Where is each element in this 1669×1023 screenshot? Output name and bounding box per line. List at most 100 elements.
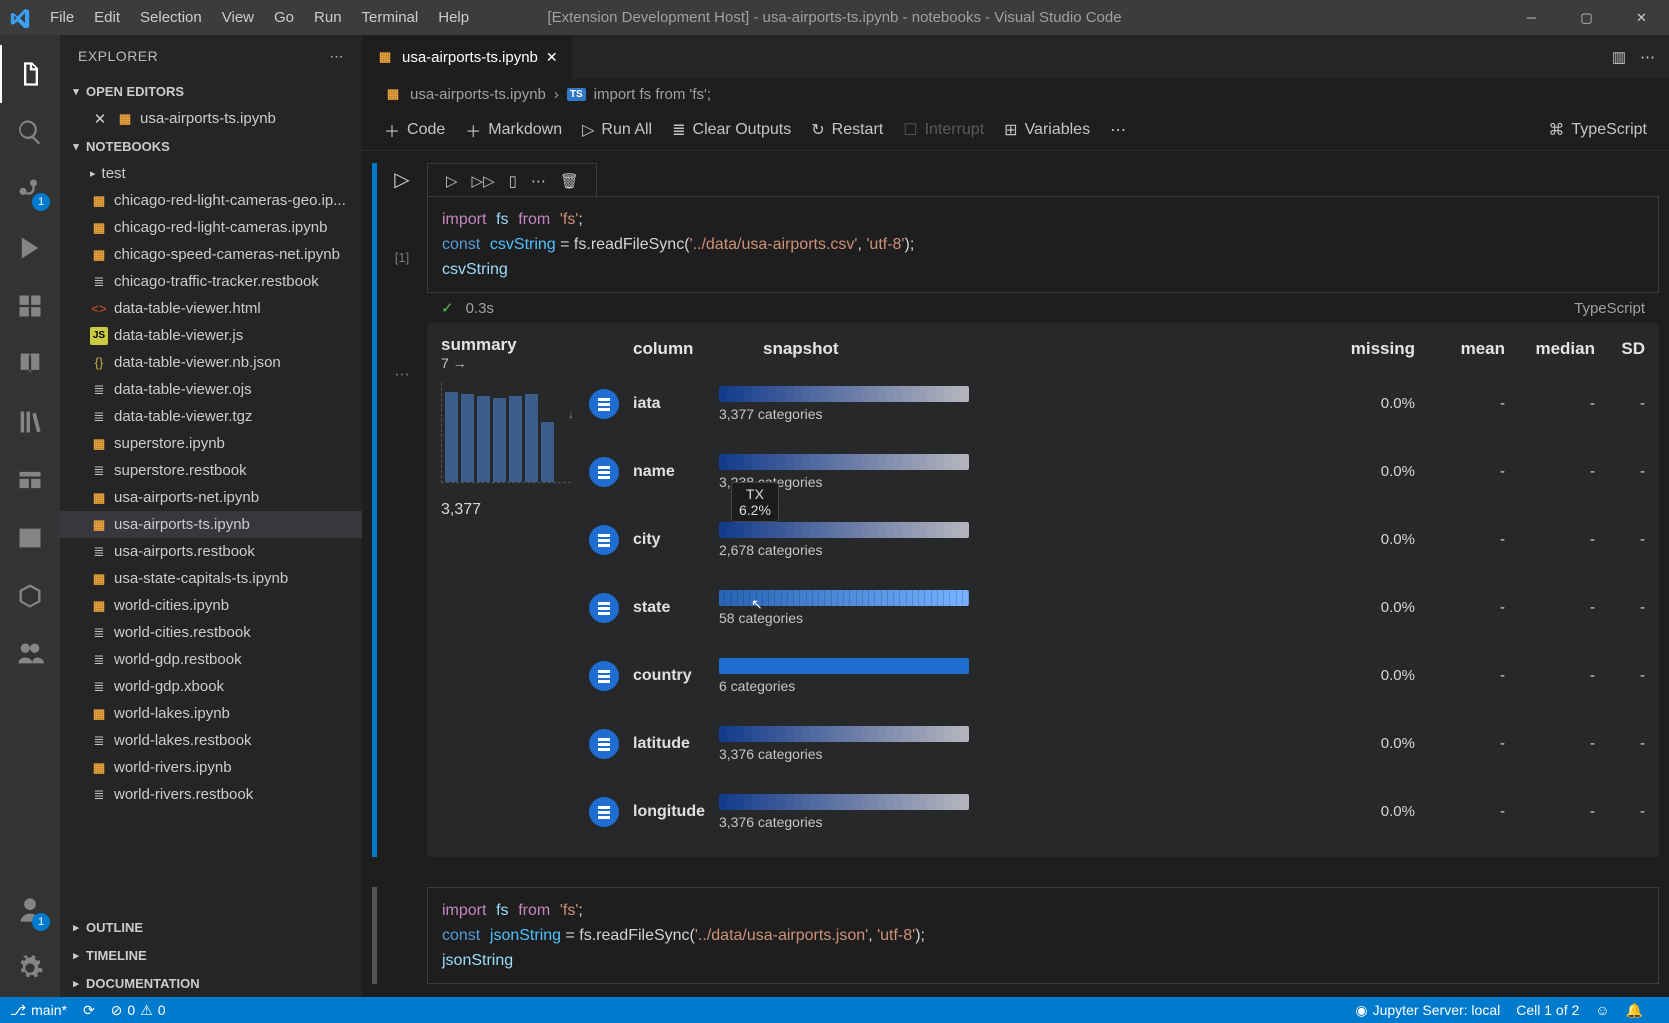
- menu-run[interactable]: Run: [304, 9, 352, 26]
- file-item[interactable]: ▦chicago-speed-cameras-net.ipynb: [60, 241, 362, 268]
- timeline-section[interactable]: ▸TIMELINE: [60, 941, 362, 969]
- column-snapshot[interactable]: 3,238 categories: [719, 454, 1325, 490]
- extensions-activity-icon[interactable]: [0, 277, 60, 335]
- source-control-activity-icon[interactable]: 1: [0, 161, 60, 219]
- settings-activity-icon[interactable]: [0, 939, 60, 997]
- menu-view[interactable]: View: [212, 9, 264, 26]
- file-item[interactable]: ▦world-lakes.ipynb: [60, 700, 362, 727]
- feedback-icon[interactable]: ☺: [1595, 1002, 1609, 1018]
- file-item[interactable]: ≣world-gdp.restbook: [60, 646, 362, 673]
- toolbar-more-icon[interactable]: ⋯: [1110, 120, 1126, 140]
- branch-status[interactable]: ⎇ main*: [10, 1002, 67, 1019]
- header-mean[interactable]: mean: [1415, 339, 1505, 359]
- menu-go[interactable]: Go: [264, 9, 304, 26]
- jupyter-server-status[interactable]: ◉ Jupyter Server: local: [1355, 1002, 1500, 1019]
- column-snapshot[interactable]: TX6.2%2,678 categories: [719, 522, 1325, 558]
- notifications-icon[interactable]: 🔔: [1626, 1002, 1643, 1019]
- explorer-more-icon[interactable]: ⋯: [330, 48, 345, 65]
- file-item[interactable]: ≣data-table-viewer.ojs: [60, 376, 362, 403]
- header-snapshot[interactable]: snapshot: [763, 339, 1325, 359]
- run-below-icon[interactable]: ▷▷: [472, 172, 495, 190]
- bookshelf-activity-icon[interactable]: [0, 393, 60, 451]
- folder-item[interactable]: ▸ test: [60, 160, 362, 187]
- column-snapshot[interactable]: 3,376 categories: [719, 726, 1325, 762]
- search-activity-icon[interactable]: [0, 103, 60, 161]
- split-cell-icon[interactable]: ▯: [509, 172, 517, 190]
- clear-outputs-button[interactable]: ≣Clear Outputs: [672, 120, 791, 140]
- column-snapshot[interactable]: 3,376 categories: [719, 794, 1325, 830]
- menu-terminal[interactable]: Terminal: [352, 9, 429, 26]
- maximize-button[interactable]: ▢: [1559, 10, 1614, 26]
- restart-button[interactable]: ↻Restart: [811, 120, 883, 140]
- code-editor[interactable]: import fs from 'fs'; const jsonString = …: [427, 887, 1659, 984]
- file-item[interactable]: ▦chicago-red-light-cameras.ipynb: [60, 214, 362, 241]
- file-item[interactable]: JSdata-table-viewer.js: [60, 322, 362, 349]
- file-item[interactable]: ▦usa-state-capitals-ts.ipynb: [60, 565, 362, 592]
- outline-section[interactable]: ▸OUTLINE: [60, 913, 362, 941]
- menu-file[interactable]: File: [40, 9, 84, 26]
- menu-help[interactable]: Help: [428, 9, 479, 26]
- file-item[interactable]: ≣world-gdp.xbook: [60, 673, 362, 700]
- explorer-activity-icon[interactable]: [0, 45, 60, 103]
- file-item[interactable]: ≣usa-airports.restbook: [60, 538, 362, 565]
- package-activity-icon[interactable]: [0, 567, 60, 625]
- column-snapshot[interactable]: 3,377 categories: [719, 386, 1325, 422]
- cell-position-status[interactable]: Cell 1 of 2: [1516, 1002, 1579, 1018]
- file-item[interactable]: ≣superstore.restbook: [60, 457, 362, 484]
- cell-more-icon[interactable]: ⋯: [531, 172, 546, 190]
- header-missing[interactable]: missing: [1325, 339, 1415, 359]
- header-median[interactable]: median: [1505, 339, 1595, 359]
- live-share-activity-icon[interactable]: [0, 625, 60, 683]
- problems-status[interactable]: ⊘ 0 ⚠ 0: [111, 1002, 166, 1019]
- add-markdown-button[interactable]: ＋Markdown: [465, 118, 562, 142]
- file-item[interactable]: ▦superstore.ipynb: [60, 430, 362, 457]
- run-cell-button[interactable]: ▷: [394, 167, 409, 192]
- open-editor-file[interactable]: ✕ ▦ usa-airports-ts.ipynb: [60, 105, 362, 132]
- file-item[interactable]: ▦chicago-red-light-cameras-geo.ip...: [60, 187, 362, 214]
- variables-button[interactable]: ⊞Variables: [1004, 120, 1090, 140]
- run-all-button[interactable]: ▷Run All: [582, 120, 652, 140]
- menu-selection[interactable]: Selection: [130, 9, 212, 26]
- add-code-button[interactable]: ＋Code: [384, 118, 445, 142]
- table-row[interactable]: state ↖58 categories 0.0% - - -: [589, 573, 1645, 641]
- book-activity-icon[interactable]: [0, 335, 60, 393]
- file-item[interactable]: ≣world-cities.restbook: [60, 619, 362, 646]
- cell-more-icon[interactable]: ⋯: [395, 365, 410, 383]
- tab-more-icon[interactable]: ⋯: [1640, 48, 1655, 66]
- header-sd[interactable]: SD: [1595, 339, 1645, 359]
- cell-language[interactable]: TypeScript: [1574, 300, 1645, 317]
- file-item[interactable]: ≣data-table-viewer.tgz: [60, 403, 362, 430]
- column-snapshot[interactable]: ↖58 categories: [719, 590, 1325, 626]
- documentation-section[interactable]: ▸DOCUMENTATION: [60, 969, 362, 997]
- code-editor[interactable]: import fs from 'fs'; const csvString = f…: [427, 196, 1659, 293]
- breadcrumb[interactable]: ▦ usa-airports-ts.ipynb › TS import fs f…: [362, 79, 1669, 109]
- accounts-activity-icon[interactable]: 1: [0, 881, 60, 939]
- open-editors-section[interactable]: ▾ OPEN EDITORS: [60, 77, 362, 105]
- sync-status[interactable]: ⟳: [83, 1002, 95, 1019]
- header-column[interactable]: column: [633, 339, 763, 359]
- run-by-line-icon[interactable]: ▷: [446, 172, 458, 190]
- close-icon[interactable]: ✕: [90, 110, 110, 128]
- notebook-body[interactable]: ▷ [1] ⋯ ▷ ▷▷ ▯ ⋯ 🗑 import fs from 'fs'; …: [362, 151, 1669, 997]
- file-item[interactable]: ▦usa-airports-ts.ipynb: [60, 511, 362, 538]
- delete-cell-icon[interactable]: 🗑: [560, 172, 579, 190]
- table-row[interactable]: latitude 3,376 categories 0.0% - - -: [589, 709, 1645, 777]
- layout-icon[interactable]: ▥: [1612, 48, 1626, 66]
- table-row[interactable]: iata 3,377 categories 0.0% - - -: [589, 369, 1645, 437]
- table-row[interactable]: country 6 categories 0.0% - - -: [589, 641, 1645, 709]
- table-activity-icon[interactable]: [0, 451, 60, 509]
- file-item[interactable]: ≣world-lakes.restbook: [60, 727, 362, 754]
- run-debug-activity-icon[interactable]: [0, 219, 60, 277]
- column-snapshot[interactable]: 6 categories: [719, 658, 1325, 694]
- file-item[interactable]: ≣world-rivers.restbook: [60, 781, 362, 808]
- minimize-button[interactable]: ─: [1504, 10, 1559, 26]
- file-item[interactable]: ▦world-rivers.ipynb: [60, 754, 362, 781]
- close-window-button[interactable]: ✕: [1614, 10, 1669, 26]
- file-item[interactable]: ▦world-cities.ipynb: [60, 592, 362, 619]
- notebooks-section[interactable]: ▾ NOTEBOOKS: [60, 132, 362, 160]
- close-tab-icon[interactable]: ✕: [546, 49, 558, 66]
- tab-file[interactable]: ▦ usa-airports-ts.ipynb ✕: [362, 35, 573, 79]
- file-item[interactable]: ▦usa-airports-net.ipynb: [60, 484, 362, 511]
- terminal-activity-icon[interactable]: [0, 509, 60, 567]
- file-item[interactable]: ≣chicago-traffic-tracker.restbook: [60, 268, 362, 295]
